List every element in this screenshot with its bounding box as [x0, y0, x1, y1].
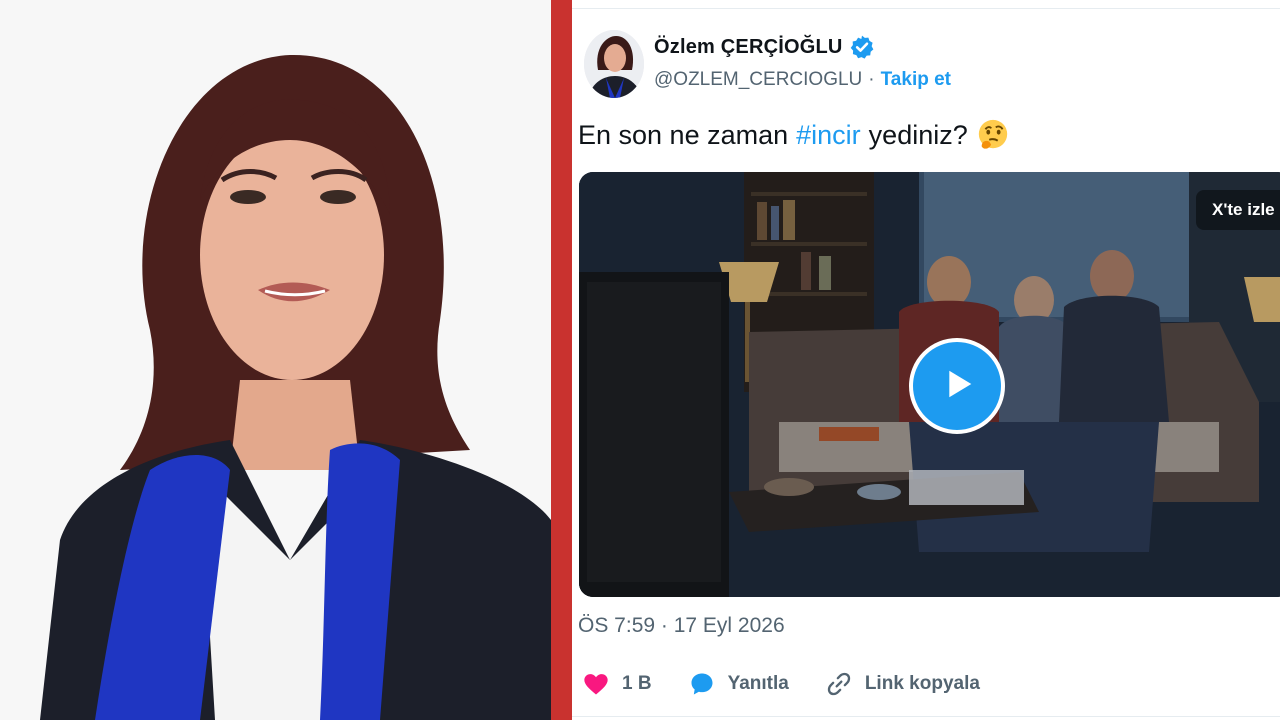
follow-button[interactable]: Takip et	[881, 69, 951, 91]
reply-bubble-icon	[688, 670, 716, 698]
tweet-text: En son ne zaman #incir yediniz?	[578, 118, 1010, 152]
avatar[interactable]	[584, 30, 644, 98]
handle[interactable]: @OZLEM_CERCIOGLU	[654, 69, 862, 91]
display-name[interactable]: Özlem ÇERÇİOĞLU	[654, 36, 843, 59]
thinking-face-icon	[976, 118, 1010, 152]
hashtag-link[interactable]: #incir	[796, 120, 861, 151]
portrait-photo	[0, 0, 551, 720]
copy-link-button[interactable]: Link kopyala	[825, 670, 980, 698]
like-button[interactable]: 1 B	[582, 670, 652, 698]
like-count: 1 B	[622, 673, 652, 694]
red-divider	[551, 0, 572, 720]
bottom-border	[572, 716, 1280, 717]
avatar-image	[584, 30, 644, 98]
top-border	[572, 8, 1280, 9]
tweet-card: Özlem ÇERÇİOĞLU @OZLEM_CERCIOGLU · Takip…	[572, 0, 1280, 720]
reply-label: Yanıtla	[727, 673, 789, 694]
watch-on-x-badge[interactable]: X'te izle	[1196, 190, 1280, 230]
copy-link-label: Link kopyala	[864, 673, 980, 694]
name-row: Özlem ÇERÇİOĞLU	[654, 34, 875, 60]
link-icon	[825, 670, 853, 698]
verified-badge-icon	[849, 34, 875, 60]
heart-icon	[582, 670, 610, 698]
portrait-illustration	[0, 0, 551, 720]
handle-row: @OZLEM_CERCIOGLU · Takip et	[654, 69, 951, 91]
handle-separator: ·	[868, 69, 875, 90]
reply-button[interactable]: Yanıtla	[688, 670, 789, 698]
action-bar: 1 B Yanıtla Link kopyala	[582, 670, 1016, 698]
play-icon	[935, 362, 979, 411]
tweet-timestamp[interactable]: ÖS 7:59 · 17 Eyl 2026	[578, 614, 785, 638]
tweet-text-before: En son ne zaman	[578, 119, 789, 150]
play-button[interactable]	[909, 338, 1005, 434]
tweet-text-after: yediniz?	[868, 119, 968, 150]
